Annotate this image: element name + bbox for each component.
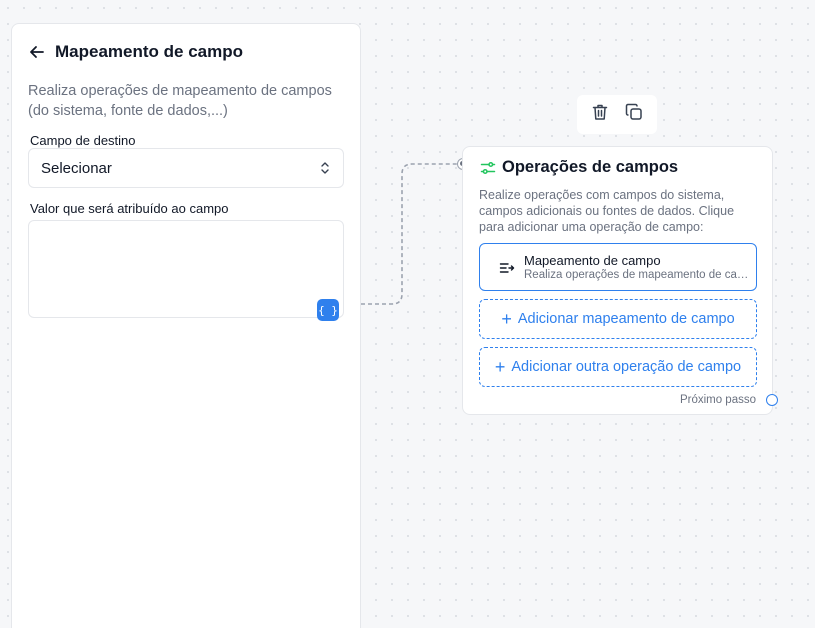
node-title: Operações de campos xyxy=(502,158,679,176)
panel-header: Mapeamento de campo xyxy=(28,42,243,62)
add-other-operation-button[interactable]: + Adicionar outra operação de campo xyxy=(479,347,757,387)
sliders-icon xyxy=(480,160,496,176)
duplicate-node-button[interactable] xyxy=(621,102,647,128)
add-other-operation-label: Adicionar outra operação de campo xyxy=(511,359,742,375)
target-field-value: Selecionar xyxy=(41,159,112,177)
node-description: Realize operações com campos do sistema,… xyxy=(479,188,735,234)
add-field-mapping-label: Adicionar mapeamento de campo xyxy=(517,311,735,327)
operation-item-field-mapping[interactable]: Mapeamento de campo Realiza operações de… xyxy=(479,243,757,291)
target-field-select[interactable]: Selecionar xyxy=(28,148,344,188)
mapping-icon xyxy=(499,261,515,275)
next-step-handle[interactable] xyxy=(766,394,778,406)
target-field-label: Campo de destino xyxy=(30,133,136,148)
value-textarea[interactable] xyxy=(29,221,343,317)
copy-icon xyxy=(624,102,644,127)
node-toolbar xyxy=(577,95,657,134)
trash-icon xyxy=(590,102,610,127)
panel-title: Mapeamento de campo xyxy=(55,42,243,61)
chevron-up-down-icon xyxy=(319,161,331,175)
insert-variable-button[interactable]: { } xyxy=(317,299,339,321)
field-operations-node[interactable]: Operações de campos Realize operações co… xyxy=(462,146,773,415)
delete-node-button[interactable] xyxy=(587,102,613,128)
arrow-left-icon[interactable] xyxy=(28,43,46,61)
panel-description: Realiza operações de mapeamento de campo… xyxy=(28,83,332,119)
field-mapping-panel: Mapeamento de campo Realiza operações de… xyxy=(11,23,361,628)
add-field-mapping-button[interactable]: + Adicionar mapeamento de campo xyxy=(479,299,757,339)
node-header: Operações de campos xyxy=(480,158,678,177)
value-field-label: Valor que será atribuído ao campo xyxy=(30,201,229,216)
plus-icon: + xyxy=(501,309,512,329)
next-step-label: Próximo passo xyxy=(679,394,756,406)
operation-title: Mapeamento de campo xyxy=(524,253,661,268)
operation-subtitle: Realiza operações de mapeamento de campo… xyxy=(524,269,750,281)
value-field[interactable]: { } xyxy=(28,220,344,321)
plus-icon: + xyxy=(494,357,506,377)
